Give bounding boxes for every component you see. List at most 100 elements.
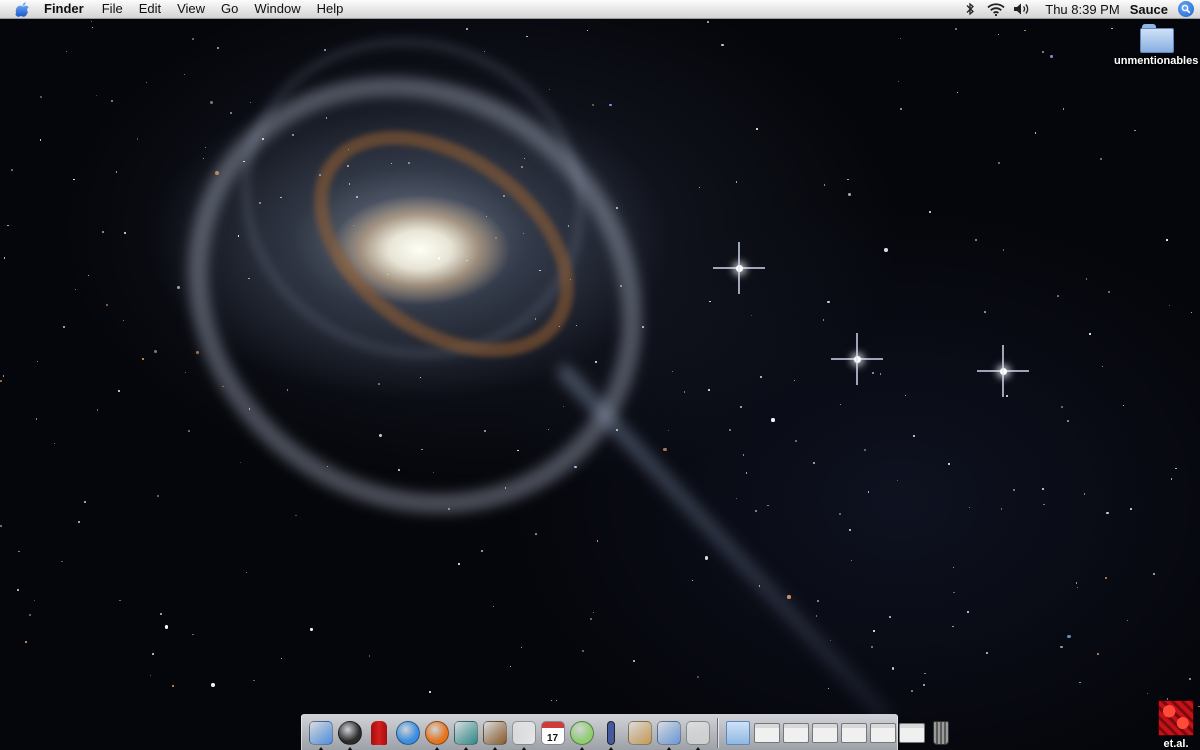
dock-item-iphoto-a12[interactable] bbox=[656, 720, 682, 746]
star bbox=[17, 589, 20, 592]
dock-item-grab-a13[interactable] bbox=[685, 720, 711, 746]
star bbox=[929, 211, 932, 214]
star bbox=[54, 443, 56, 445]
star bbox=[10, 168, 14, 172]
star bbox=[632, 660, 635, 663]
star bbox=[1002, 249, 1005, 251]
dock-item-itunes-a9[interactable] bbox=[569, 720, 595, 746]
star bbox=[1006, 395, 1009, 398]
star bbox=[746, 472, 748, 474]
star bbox=[96, 409, 99, 412]
dock-item-minimized-window-o2[interactable] bbox=[782, 720, 809, 746]
star bbox=[1067, 634, 1072, 639]
star bbox=[592, 611, 594, 613]
star bbox=[485, 215, 488, 217]
star bbox=[897, 479, 899, 481]
star bbox=[795, 440, 798, 443]
star bbox=[239, 461, 242, 463]
menu-help[interactable]: Help bbox=[309, 0, 352, 18]
star bbox=[1190, 311, 1193, 314]
star bbox=[520, 165, 523, 168]
star bbox=[740, 406, 743, 409]
star bbox=[709, 300, 711, 303]
menu-app-name[interactable]: Finder bbox=[44, 0, 94, 18]
star bbox=[984, 310, 987, 313]
star bbox=[1067, 420, 1070, 423]
menu-view[interactable]: View bbox=[169, 0, 213, 18]
star bbox=[883, 248, 888, 252]
dock-item-preview-a6[interactable] bbox=[482, 720, 508, 746]
dock-item-minimized-window-o1[interactable] bbox=[753, 720, 780, 746]
star bbox=[721, 43, 724, 46]
wifi-icon[interactable] bbox=[987, 1, 1005, 17]
dock-item-addressbook-a11[interactable] bbox=[627, 720, 653, 746]
star bbox=[904, 394, 907, 397]
star bbox=[492, 605, 495, 608]
star bbox=[911, 689, 914, 692]
star bbox=[815, 615, 818, 618]
star bbox=[985, 651, 988, 654]
star bbox=[1134, 129, 1136, 132]
dock-item-ical-a8[interactable]: 17 bbox=[540, 720, 566, 746]
finder-icon bbox=[308, 720, 333, 745]
star bbox=[295, 514, 297, 517]
menu-user-name[interactable]: Sauce bbox=[1130, 2, 1168, 17]
star bbox=[839, 403, 842, 406]
star bbox=[150, 674, 152, 676]
dock-item-trash-o7[interactable] bbox=[928, 720, 954, 746]
dock-item-finder-a0[interactable] bbox=[308, 720, 334, 746]
star bbox=[156, 494, 159, 497]
menu-edit[interactable]: Edit bbox=[131, 0, 169, 18]
menu-file[interactable]: File bbox=[94, 0, 131, 18]
menu-clock[interactable]: Thu 8:39 PM bbox=[1045, 2, 1119, 17]
bluetooth-icon[interactable] bbox=[961, 1, 979, 17]
star bbox=[967, 611, 969, 614]
dock-item-safari-a3[interactable] bbox=[395, 720, 421, 746]
star bbox=[184, 371, 186, 373]
star bbox=[191, 633, 194, 636]
dock-item-minimized-window-o3[interactable] bbox=[811, 720, 838, 746]
desktop-item-unmentionables[interactable]: unmentionables bbox=[1114, 22, 1198, 67]
menu-window[interactable]: Window bbox=[246, 0, 308, 18]
dock-item-utility-a10[interactable] bbox=[598, 720, 624, 746]
star bbox=[432, 471, 435, 473]
star bbox=[954, 28, 957, 31]
dock-item-textedit-a7[interactable] bbox=[511, 720, 537, 746]
dock-item-folder-o0[interactable] bbox=[725, 720, 751, 746]
apple-icon[interactable] bbox=[15, 1, 29, 17]
star bbox=[1126, 620, 1129, 622]
dock-item-dashboard-a1[interactable] bbox=[337, 720, 363, 746]
star bbox=[956, 91, 958, 94]
minimized-window-icon bbox=[782, 722, 809, 743]
dock-item-hydrant-a2[interactable] bbox=[366, 720, 392, 746]
dock: 17 bbox=[301, 714, 949, 750]
volume-icon[interactable] bbox=[1013, 1, 1031, 17]
star bbox=[567, 225, 569, 227]
star bbox=[708, 389, 710, 392]
star bbox=[1062, 108, 1065, 110]
star bbox=[867, 491, 869, 493]
star bbox=[245, 571, 248, 574]
star bbox=[880, 373, 882, 375]
star bbox=[771, 418, 775, 422]
menu-go[interactable]: Go bbox=[213, 0, 246, 18]
dock-item-minimized-window-o5[interactable] bbox=[869, 720, 896, 746]
star bbox=[663, 447, 667, 452]
dock-item-minimized-window-o6[interactable] bbox=[898, 720, 925, 746]
star bbox=[18, 550, 20, 553]
dock-item-feather-a5[interactable] bbox=[453, 720, 479, 746]
desktop-item-etal[interactable]: et.al. bbox=[1158, 700, 1194, 750]
dock-item-minimized-window-o4[interactable] bbox=[840, 720, 867, 746]
star bbox=[176, 286, 180, 290]
star bbox=[164, 625, 169, 629]
star bbox=[555, 699, 558, 702]
star bbox=[609, 104, 612, 107]
star bbox=[595, 361, 597, 363]
star bbox=[1166, 239, 1168, 241]
star bbox=[1083, 493, 1086, 495]
spotlight-icon[interactable] bbox=[1178, 1, 1194, 17]
star bbox=[948, 463, 950, 465]
dock-item-firefox-a4[interactable] bbox=[424, 720, 450, 746]
image-file-icon bbox=[1158, 700, 1194, 736]
star bbox=[437, 257, 440, 260]
